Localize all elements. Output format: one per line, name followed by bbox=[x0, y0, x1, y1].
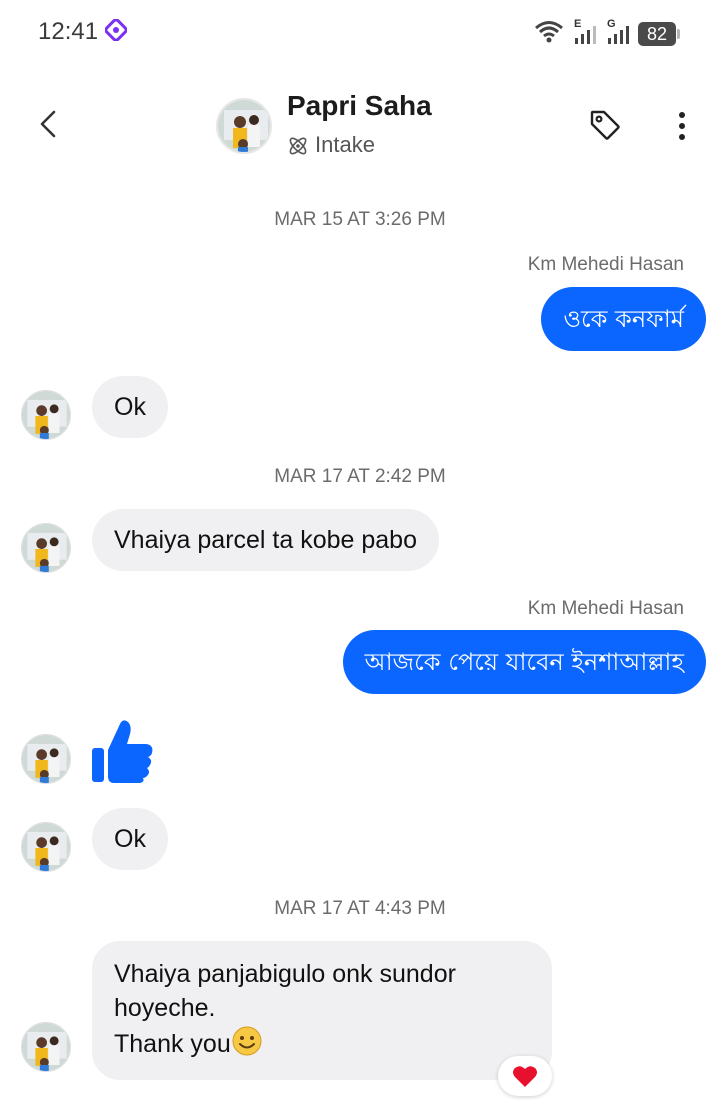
avatar[interactable] bbox=[21, 822, 71, 872]
contact-name: Papri Saha bbox=[287, 90, 432, 121]
avatar[interactable] bbox=[21, 1022, 71, 1072]
contact-avatar[interactable] bbox=[216, 98, 272, 154]
smiling-face-icon bbox=[231, 1025, 263, 1066]
message-text: Thank you bbox=[114, 1030, 231, 1059]
thumbs-up-icon[interactable] bbox=[90, 718, 156, 788]
message-reaction[interactable] bbox=[498, 1056, 552, 1096]
battery-icon bbox=[677, 29, 680, 39]
signal-icon bbox=[573, 18, 599, 50]
outgoing-message[interactable]: আজকে পেয়ে যাবেন ইনশাআল্লাহ bbox=[342, 630, 706, 694]
signal-icon bbox=[606, 18, 632, 50]
chat-header: Papri Saha Intake bbox=[0, 68, 720, 188]
app-notification-icon bbox=[104, 18, 128, 45]
avatar[interactable] bbox=[21, 390, 71, 440]
atom-icon bbox=[286, 134, 310, 162]
battery-level: 82 bbox=[638, 22, 676, 46]
sender-name: Km Mehedi Hasan bbox=[527, 254, 684, 275]
status-time: 12:41 bbox=[38, 18, 99, 45]
message-timestamp: MAR 17 AT 2:42 PM bbox=[274, 466, 446, 487]
tag-button[interactable] bbox=[588, 108, 622, 142]
incoming-message[interactable]: Vhaiya panjabigulo onk sundor hoyeche. T… bbox=[92, 941, 552, 1080]
more-vertical-icon bbox=[679, 112, 685, 140]
avatar[interactable] bbox=[21, 734, 71, 784]
wifi-icon bbox=[534, 20, 564, 48]
message-text: Vhaiya panjabigulo onk sundor hoyeche. bbox=[114, 960, 456, 1022]
incoming-message[interactable]: Ok bbox=[92, 376, 168, 438]
sender-name: Km Mehedi Hasan bbox=[527, 598, 684, 619]
message-timestamp: MAR 15 AT 3:26 PM bbox=[274, 209, 446, 230]
avatar[interactable] bbox=[21, 523, 71, 573]
status-bar: 12:41 E G 82 bbox=[0, 0, 720, 68]
more-options-button[interactable] bbox=[668, 108, 696, 144]
message-timestamp: MAR 17 AT 4:43 PM bbox=[274, 898, 446, 919]
chevron-left-icon bbox=[40, 110, 56, 138]
incoming-message[interactable]: Ok bbox=[92, 808, 168, 870]
conversation-stage-label[interactable]: Intake bbox=[315, 132, 375, 158]
incoming-message[interactable]: Vhaiya parcel ta kobe pabo bbox=[92, 509, 439, 571]
heart-icon bbox=[513, 1066, 537, 1087]
tag-icon bbox=[590, 110, 620, 140]
back-button[interactable] bbox=[30, 104, 70, 144]
outgoing-message[interactable]: ওকে কনফার্ম bbox=[541, 287, 706, 351]
